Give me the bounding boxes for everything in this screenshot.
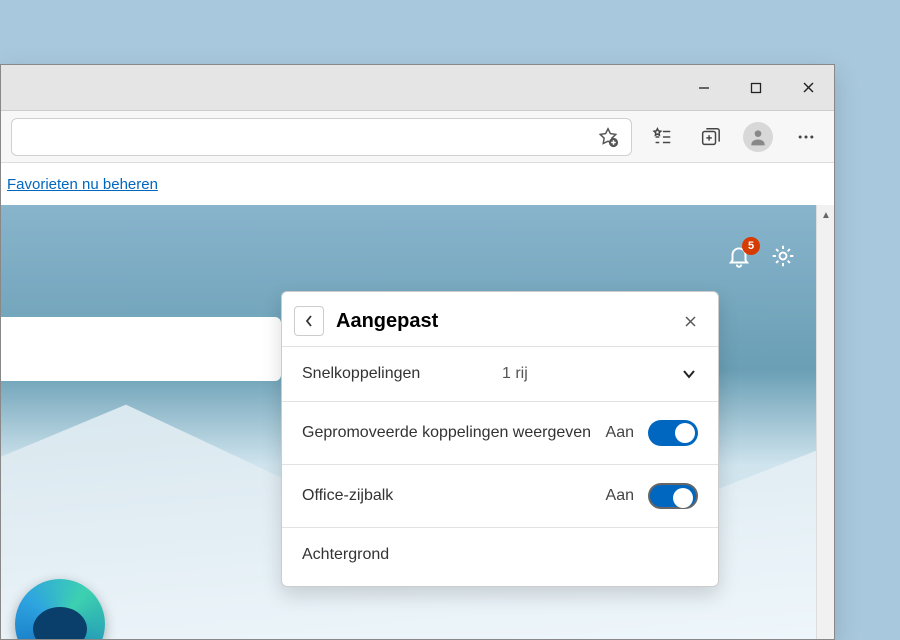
toggle-state-label: Aan (606, 487, 634, 505)
row-label: Office-zijbalk (302, 487, 606, 505)
row-label: Snelkoppelingen (302, 365, 480, 383)
panel-close-button[interactable] (678, 309, 702, 333)
toggle-switch[interactable] (648, 420, 698, 446)
row-promoted-links[interactable]: Gepromoveerde koppelingen weergeven Aan (282, 401, 718, 464)
panel-header: Aangepast (282, 292, 718, 346)
vertical-scrollbar[interactable]: ▲ (816, 205, 834, 639)
row-background[interactable]: Achtergrond (282, 527, 718, 582)
window-titlebar (1, 65, 834, 111)
back-button[interactable] (294, 306, 324, 336)
row-label: Achtergrond (302, 546, 698, 564)
chevron-down-icon (680, 365, 698, 383)
minimize-button[interactable] (678, 65, 730, 111)
row-value: 1 rij (502, 365, 680, 383)
favorites-bar: Favorieten nu beheren (1, 163, 834, 205)
address-bar[interactable] (11, 118, 632, 156)
panel-title: Aangepast (336, 310, 678, 333)
page-settings-button[interactable] (770, 243, 796, 269)
ntp-search-box[interactable] (1, 317, 281, 381)
favorites-list-icon[interactable] (644, 119, 680, 155)
add-favorite-icon[interactable] (597, 126, 619, 148)
maximize-button[interactable] (730, 65, 782, 111)
row-office-sidebar[interactable]: Office-zijbalk Aan (282, 464, 718, 527)
page-settings-panel: Aangepast Snelkoppelingen 1 rij Gepromov… (281, 291, 719, 587)
profile-avatar[interactable] (740, 119, 776, 155)
new-tab-page: ▲ 5 Aangepast (1, 205, 834, 639)
browser-toolbar (1, 111, 834, 163)
scroll-up-icon[interactable]: ▲ (817, 205, 834, 225)
notifications-button[interactable]: 5 (726, 243, 752, 269)
toggle-switch[interactable] (648, 483, 698, 509)
avatar-icon (743, 122, 773, 152)
collections-icon[interactable] (692, 119, 728, 155)
row-label: Gepromoveerde koppelingen weergeven (302, 424, 606, 442)
ntp-action-icons: 5 (726, 243, 796, 269)
close-window-button[interactable] (782, 65, 834, 111)
manage-favorites-link[interactable]: Favorieten nu beheren (7, 176, 158, 193)
browser-window: Favorieten nu beheren ▲ 5 (0, 64, 835, 640)
more-menu-icon[interactable] (788, 119, 824, 155)
row-shortcuts[interactable]: Snelkoppelingen 1 rij (282, 346, 718, 401)
toggle-state-label: Aan (606, 424, 634, 442)
notification-badge: 5 (742, 237, 760, 255)
